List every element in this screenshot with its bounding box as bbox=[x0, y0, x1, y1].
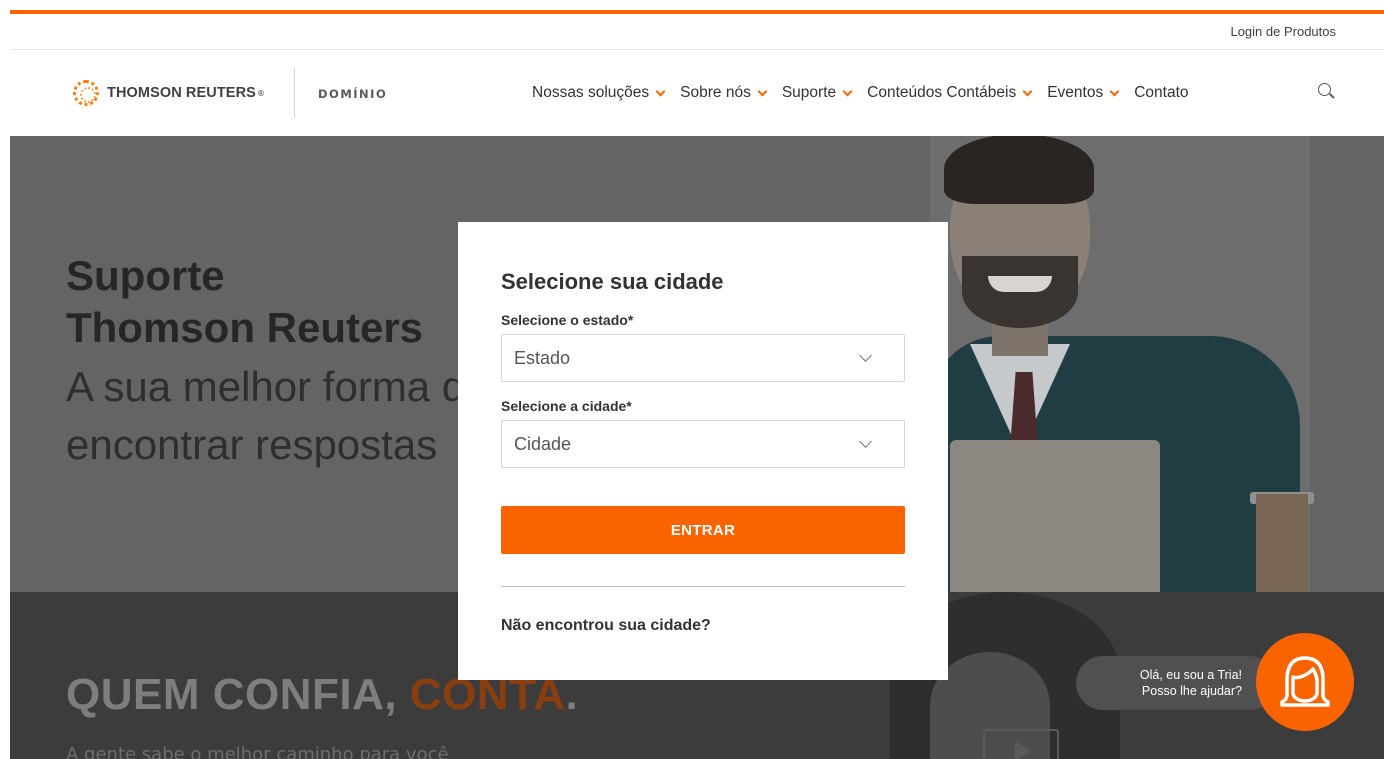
city-select[interactable]: Cidade bbox=[501, 420, 905, 468]
registered-mark: ® bbox=[256, 88, 265, 98]
chevron-down-icon bbox=[842, 86, 853, 96]
chevron-down-icon bbox=[859, 349, 872, 362]
nav-item-label: Eventos bbox=[1047, 84, 1104, 101]
modal-divider bbox=[501, 586, 905, 587]
nav-item-about[interactable]: Sobre nós bbox=[680, 84, 768, 102]
nav-item-label: Contato bbox=[1134, 84, 1189, 101]
band-subtitle: A gente sabe o melhor caminho para você bbox=[66, 744, 449, 759]
hero-tagline: A sua melhor forma de encontrar resposta… bbox=[66, 358, 489, 474]
assistant-avatar-icon bbox=[1280, 656, 1330, 707]
nav-item-contact[interactable]: Contato bbox=[1134, 84, 1188, 102]
city-label: Selecione a cidade* bbox=[501, 398, 632, 414]
product-brand: DOMÍNIO bbox=[318, 87, 388, 101]
nav-item-label: Sobre nós bbox=[680, 84, 751, 101]
logo-text: THOMSON REUTERS bbox=[107, 85, 256, 101]
thomson-reuters-logo[interactable]: THOMSON REUTERS ® bbox=[73, 80, 265, 106]
left-gutter bbox=[0, 0, 10, 759]
nav-item-accounting-content[interactable]: Conteúdos Contábeis bbox=[867, 84, 1033, 102]
page: Login de Produtos THOMSON REUTERS ® DOMÍ… bbox=[10, 0, 1384, 759]
chevron-down-icon bbox=[1109, 86, 1120, 96]
state-select-value: Estado bbox=[514, 348, 571, 368]
chevron-down-icon bbox=[859, 435, 872, 448]
utility-bar: Login de Produtos bbox=[10, 14, 1384, 50]
search-icon[interactable] bbox=[1318, 83, 1336, 101]
hero-tagline-line1: A sua melhor forma de bbox=[66, 363, 489, 410]
city-not-found-link[interactable]: Não encontrou sua cidade? bbox=[501, 617, 711, 635]
main-nav: Nossas soluções Sobre nós Suporte Conteú… bbox=[532, 84, 1205, 102]
logo-divider bbox=[294, 68, 295, 118]
hero-title: Suporte Thomson Reuters bbox=[66, 250, 423, 354]
modal-title: Selecione sua cidade bbox=[501, 269, 724, 294]
chat-greeting-line1: Olá, eu sou a Tria! bbox=[1139, 668, 1242, 682]
nav-item-label: Nossas soluções bbox=[532, 84, 650, 101]
hero-title-line1: Suporte bbox=[66, 252, 225, 299]
hero-tagline-line2: encontrar respostas bbox=[66, 421, 438, 468]
chevron-down-icon bbox=[757, 86, 768, 96]
city-select-modal: Selecione sua cidade Selecione o estado*… bbox=[458, 222, 948, 680]
chat-greeting-text: Olá, eu sou a Tria! Posso lhe ajudar? bbox=[1118, 667, 1242, 699]
site-header: THOMSON REUTERS ® DOMÍNIO Nossas soluçõe… bbox=[10, 50, 1384, 136]
chat-assistant-icon[interactable] bbox=[1256, 633, 1354, 731]
band-title-part1: QUEM CONFIA, bbox=[66, 670, 410, 719]
login-products-link[interactable]: Login de Produtos bbox=[1230, 24, 1336, 39]
nav-item-label: Suporte bbox=[781, 84, 837, 101]
chat-greeting-line2: Posso lhe ajudar? bbox=[1141, 684, 1242, 698]
state-select[interactable]: Estado bbox=[501, 334, 905, 382]
chevron-down-icon bbox=[655, 86, 666, 96]
hero-photo-man bbox=[930, 136, 1314, 592]
chevron-down-icon bbox=[1022, 86, 1033, 96]
chat-greeting-bubble[interactable]: Olá, eu sou a Tria! Posso lhe ajudar? bbox=[1076, 656, 1276, 710]
city-select-value: Cidade bbox=[514, 434, 572, 454]
hero-title-line2: Thomson Reuters bbox=[66, 304, 424, 351]
nav-item-solutions[interactable]: Nossas soluções bbox=[532, 84, 666, 102]
nav-item-support[interactable]: Suporte bbox=[781, 84, 853, 102]
enter-button[interactable]: ENTRAR bbox=[501, 506, 905, 554]
play-icon[interactable] bbox=[983, 729, 1059, 759]
thomson-reuters-logo-icon bbox=[73, 80, 99, 106]
nav-item-label: Conteúdos Contábeis bbox=[867, 84, 1017, 101]
nav-item-events[interactable]: Eventos bbox=[1047, 84, 1120, 102]
state-label: Selecione o estado* bbox=[501, 312, 634, 328]
